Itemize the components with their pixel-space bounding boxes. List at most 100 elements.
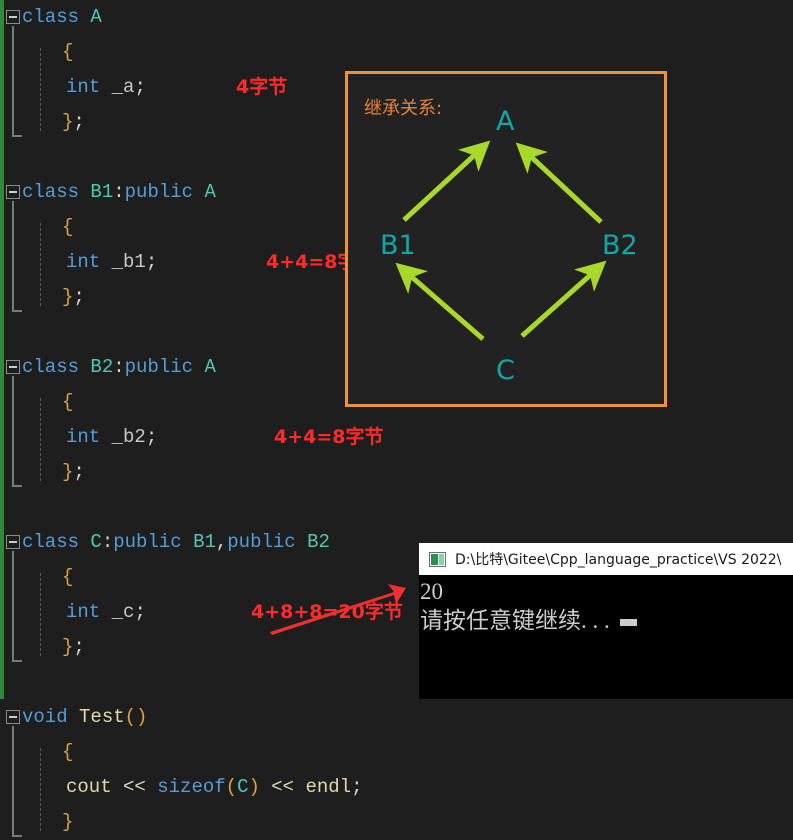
code-line[interactable]: void Test() (0, 700, 420, 735)
diagram-node-c: C (496, 355, 515, 386)
code-token: endl (305, 776, 352, 798)
code-line[interactable] (0, 490, 420, 525)
console-output[interactable]: 20 请按任意键继续. . . (419, 575, 793, 699)
code-token: void (22, 706, 80, 728)
console-output-line-2-wrap: 请按任意键继续. . . (419, 606, 793, 635)
code-line[interactable]: }; (0, 630, 420, 665)
code-token: ; (73, 461, 85, 483)
code-token: C (90, 531, 102, 553)
code-token: _b1 (111, 251, 146, 273)
code-token: } (62, 111, 74, 133)
code-token: () (124, 706, 148, 728)
code-token: } (62, 811, 74, 833)
arrow-c-to-b2 (520, 260, 607, 338)
indent-guide-line (40, 48, 41, 131)
code-line[interactable] (0, 665, 420, 700)
code-token: _c (111, 601, 135, 623)
code-line[interactable]: }; (0, 455, 420, 490)
code-line-text: int _c; (66, 595, 146, 630)
code-line-text: class B2:public A (22, 350, 216, 385)
fold-toggle-icon[interactable] (6, 185, 20, 199)
code-token: public (113, 531, 182, 553)
code-token: B2 (307, 531, 330, 553)
code-token: cout (66, 776, 112, 798)
inheritance-diagram: 继承关系: A B1 B2 C (345, 71, 667, 407)
code-token: } (62, 286, 74, 308)
fold-guide-line (12, 26, 22, 137)
code-token: class (22, 6, 91, 28)
code-token: public (227, 531, 296, 553)
code-token: B2 (90, 356, 114, 378)
console-title-bar[interactable]: D:\比特\Gitee\Cpp_language_practice\VS 202… (419, 543, 793, 575)
code-token: : (113, 356, 125, 378)
fold-toggle-icon[interactable] (6, 535, 20, 549)
diagram-node-a: A (496, 106, 515, 137)
code-token: ; (73, 286, 85, 308)
code-line[interactable]: cout << sizeof(C) << endl; (0, 770, 420, 805)
fold-toggle-icon[interactable] (6, 360, 20, 374)
code-token: int (66, 601, 101, 623)
code-line-text: cout << sizeof(C) << endl; (66, 770, 363, 805)
indent-guide-line (40, 573, 41, 656)
code-token: ; (134, 76, 146, 98)
code-token: { (62, 566, 74, 588)
fold-toggle-icon[interactable] (6, 10, 20, 24)
code-line[interactable]: int _c; 4+8+8=20字节 (0, 595, 420, 630)
code-line-text: class B1:public A (22, 175, 216, 210)
size-annotation: 4+4=8字节 (274, 426, 384, 448)
code-line[interactable]: { (0, 560, 420, 595)
code-line[interactable]: { (0, 35, 420, 70)
code-token: int (66, 426, 101, 448)
code-token: ; (351, 776, 363, 798)
code-token: public (124, 356, 194, 378)
code-token: int (66, 251, 101, 273)
code-token: ; (145, 426, 158, 448)
diagram-node-b1: B1 (380, 230, 416, 261)
code-token: B1 (193, 531, 216, 553)
code-token: A (90, 6, 102, 28)
code-line[interactable]: { (0, 735, 420, 770)
code-token: class (22, 181, 91, 203)
code-token: << (123, 776, 146, 798)
code-token: C (237, 776, 249, 798)
arrow-c-to-b1 (395, 262, 485, 341)
code-token: << (271, 776, 295, 798)
code-line[interactable]: } (0, 805, 420, 840)
code-token: A (204, 356, 216, 378)
code-token: , (215, 531, 228, 553)
code-token: { (62, 41, 74, 63)
code-line-text: { (62, 210, 73, 245)
code-line-text: void Test() (22, 700, 147, 735)
code-line-text: class C:public B1,public B2 (22, 525, 330, 560)
code-line[interactable]: class C:public B1,public B2 (0, 525, 420, 560)
fold-guide-line (12, 551, 22, 662)
code-token: ; (73, 111, 85, 133)
code-line-text: class A (22, 0, 102, 35)
code-token: class (22, 531, 91, 553)
fold-guide-line (12, 201, 22, 312)
code-line[interactable]: class A (0, 0, 420, 35)
console-window[interactable]: D:\比特\Gitee\Cpp_language_practice\VS 202… (419, 543, 793, 699)
fold-toggle-icon[interactable] (6, 710, 20, 724)
code-token: ; (145, 251, 158, 273)
code-token: A (204, 181, 216, 203)
code-token: ) (248, 776, 260, 798)
code-line-text: }; (62, 630, 85, 665)
code-token: sizeof (157, 776, 226, 798)
code-line[interactable]: int _b2; 4+4=8字节 (0, 420, 420, 455)
code-line-text: { (62, 735, 73, 770)
code-line-text: }; (62, 455, 85, 490)
code-line-text: { (62, 35, 73, 70)
code-token: _a (111, 76, 135, 98)
console-app-icon (429, 551, 446, 567)
size-annotation: 4+8+8=20字节 (251, 601, 403, 623)
